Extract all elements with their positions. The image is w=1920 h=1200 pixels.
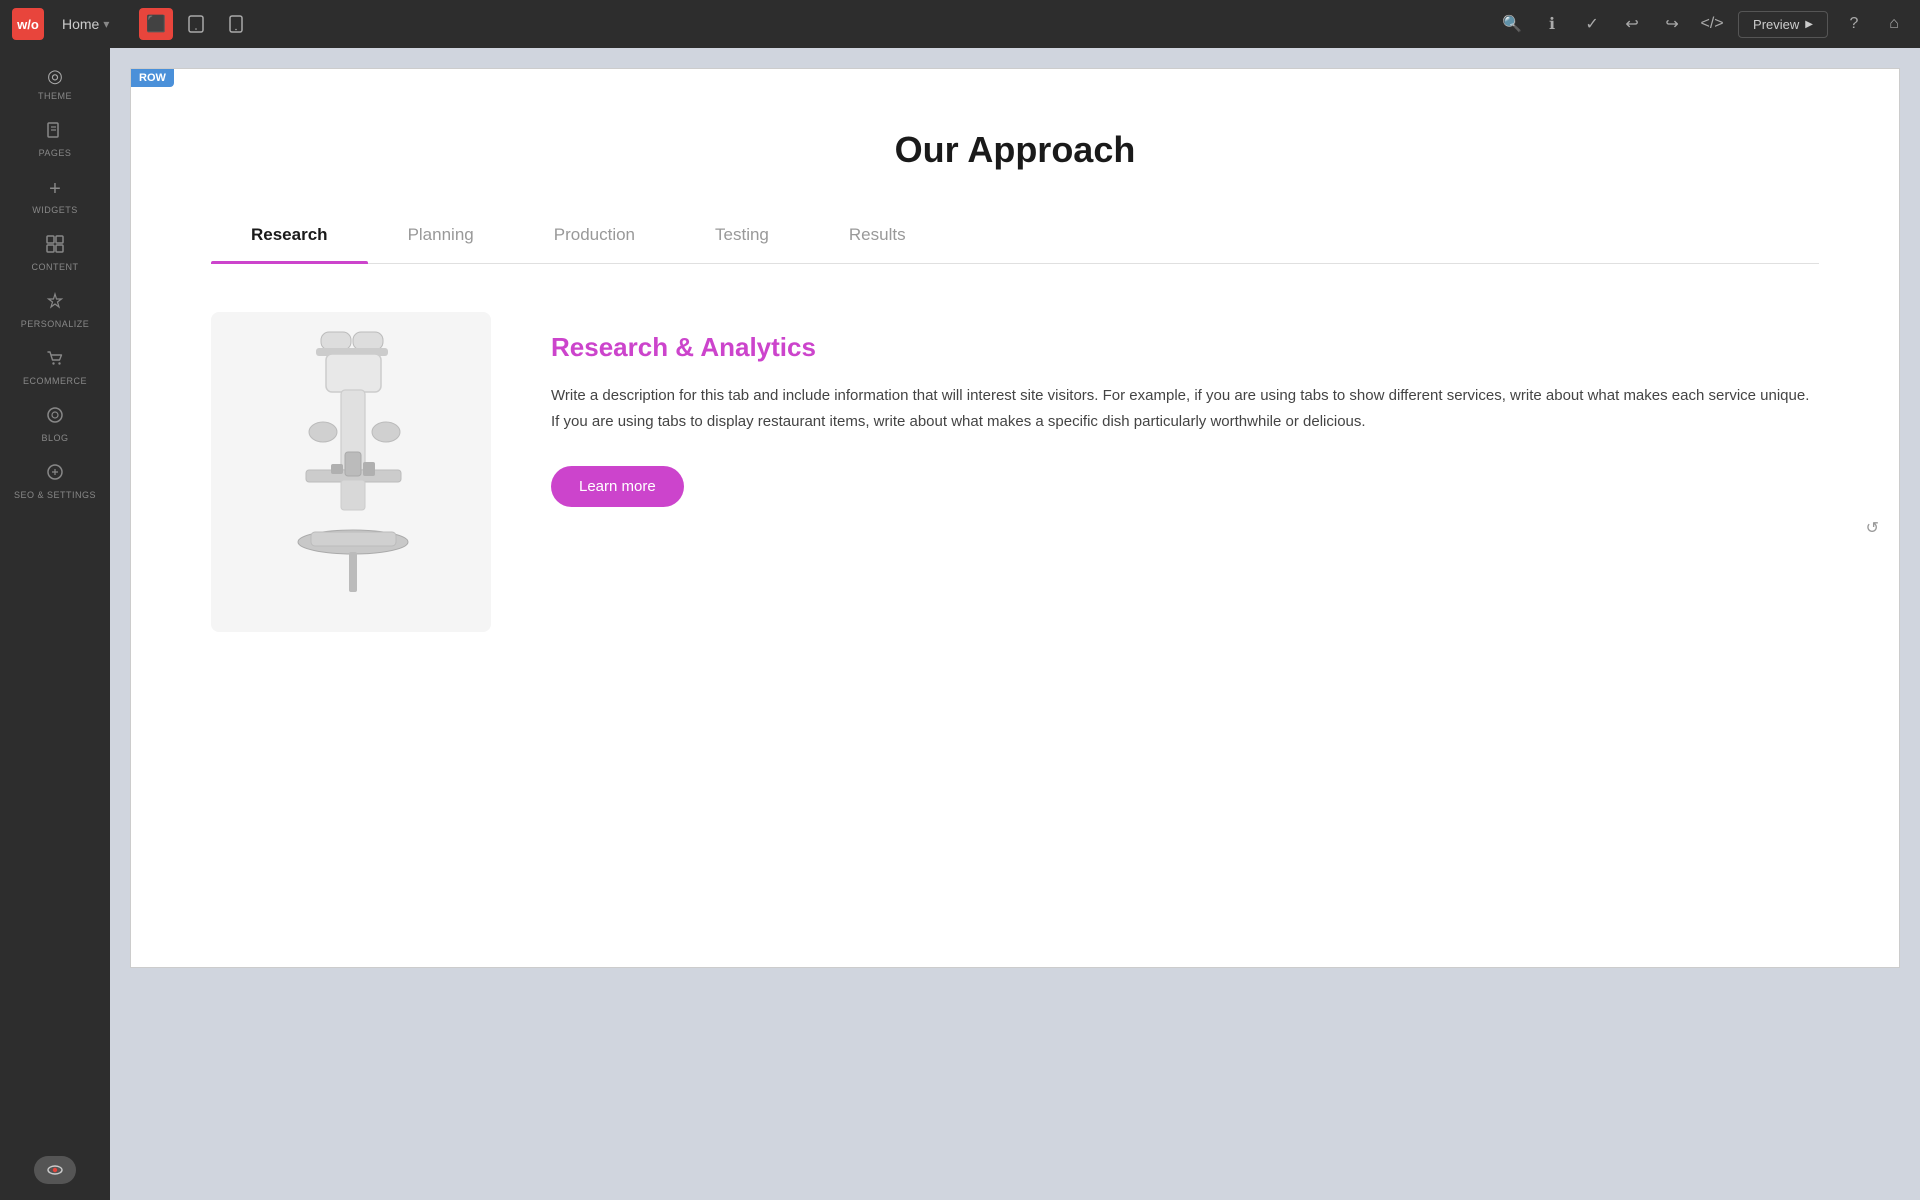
tabs-container: Research Planning Production Testing Res… <box>211 211 1819 264</box>
personalize-icon <box>46 292 64 315</box>
content-icon <box>46 235 64 258</box>
widgets-icon: + <box>49 178 61 201</box>
tab-production-label: Production <box>554 225 635 244</box>
sidebar-item-seo[interactable]: SEO & SETTINGS <box>0 453 110 508</box>
sidebar-item-theme[interactable]: ◎ THEME <box>0 56 110 109</box>
blog-icon <box>46 406 64 429</box>
preview-label: Preview <box>1753 17 1799 32</box>
section-title: Our Approach <box>211 129 1819 171</box>
sidebar-item-personalize-label: PERSONALIZE <box>21 319 90 329</box>
content-section: Research & Analytics Write a description… <box>551 312 1819 507</box>
canvas-area: ROW Our Approach Research Planning Produ… <box>110 48 1920 1200</box>
sidebar-item-ecommerce[interactable]: ECOMMERCE <box>0 339 110 394</box>
search-icon[interactable]: 🔍 <box>1498 10 1526 38</box>
page-canvas: ROW Our Approach Research Planning Produ… <box>130 68 1900 968</box>
sidebar-item-seo-label: SEO & SETTINGS <box>14 490 96 500</box>
mobile-device-button[interactable] <box>219 8 253 40</box>
sidebar-item-content[interactable]: CONTENT <box>0 225 110 280</box>
sidebar-bottom <box>34 1148 76 1192</box>
sidebar-item-theme-label: THEME <box>38 91 72 101</box>
sidebar-item-pages-label: PAGES <box>39 148 72 158</box>
redo-icon[interactable]: ↪ <box>1658 10 1686 38</box>
page-selector[interactable]: Home ▾ <box>62 16 109 32</box>
tab-planning[interactable]: Planning <box>368 211 514 263</box>
tab-research-label: Research <box>251 225 328 244</box>
page-label: Home <box>62 16 99 32</box>
logo[interactable]: w/o <box>12 8 44 40</box>
pages-icon <box>46 121 64 144</box>
sidebar-item-blog-label: BLOG <box>41 433 68 443</box>
seo-icon <box>46 463 64 486</box>
tab-production[interactable]: Production <box>514 211 675 263</box>
desktop-device-button[interactable]: ⬛ <box>139 8 173 40</box>
main-layout: ◎ THEME PAGES + WIDGETS CONTENT PERSONAL… <box>0 48 1920 1200</box>
visibility-toggle[interactable] <box>34 1156 76 1184</box>
sidebar-item-blog[interactable]: BLOG <box>0 396 110 451</box>
home-icon[interactable]: ⌂ <box>1880 10 1908 38</box>
preview-button[interactable]: Preview ▶ <box>1738 11 1828 38</box>
tab-testing-label: Testing <box>715 225 769 244</box>
sidebar-item-ecommerce-label: ECOMMERCE <box>23 376 87 386</box>
code-icon[interactable]: </> <box>1698 10 1726 38</box>
theme-icon: ◎ <box>47 66 63 87</box>
page-content: Our Approach Research Planning Productio… <box>131 69 1899 692</box>
tab-testing[interactable]: Testing <box>675 211 809 263</box>
info-icon[interactable]: ℹ <box>1538 10 1566 38</box>
toolbar-actions: 🔍 ℹ ✓ ↩ ↪ </> Preview ▶ ? ⌂ <box>1498 10 1908 38</box>
help-icon[interactable]: ? <box>1840 10 1868 38</box>
tab-content-image <box>211 312 491 632</box>
tab-research[interactable]: Research <box>211 211 368 263</box>
tablet-device-button[interactable] <box>179 8 213 40</box>
device-group: ⬛ <box>139 8 253 40</box>
sidebar: ◎ THEME PAGES + WIDGETS CONTENT PERSONAL… <box>0 48 110 1200</box>
undo-icon[interactable]: ↩ <box>1618 10 1646 38</box>
toolbar: w/o Home ▾ ⬛ 🔍 ℹ ✓ ↩ ↪ </> Preview ▶ ? ⌂ <box>0 0 1920 48</box>
check-icon[interactable]: ✓ <box>1578 10 1606 38</box>
sidebar-item-pages[interactable]: PAGES <box>0 111 110 166</box>
play-icon: ▶ <box>1805 19 1813 30</box>
tab-results[interactable]: Results <box>809 211 946 263</box>
chevron-down-icon: ▾ <box>103 17 109 31</box>
tab-content-area: Research & Analytics Write a description… <box>211 312 1819 632</box>
tab-planning-label: Planning <box>408 225 474 244</box>
content-description: Write a description for this tab and inc… <box>551 383 1819 434</box>
row-badge: ROW <box>131 69 174 87</box>
learn-more-button[interactable]: Learn more <box>551 466 684 507</box>
ecommerce-icon <box>46 349 64 372</box>
sidebar-item-personalize[interactable]: PERSONALIZE <box>0 282 110 337</box>
content-title: Research & Analytics <box>551 332 1819 363</box>
sidebar-item-widgets[interactable]: + WIDGETS <box>0 168 110 223</box>
sidebar-item-content-label: CONTENT <box>32 262 79 272</box>
sidebar-item-widgets-label: WIDGETS <box>32 205 78 215</box>
cursor-icon: ↺ <box>1866 518 1879 538</box>
microscope-illustration <box>241 322 461 622</box>
tab-results-label: Results <box>849 225 906 244</box>
